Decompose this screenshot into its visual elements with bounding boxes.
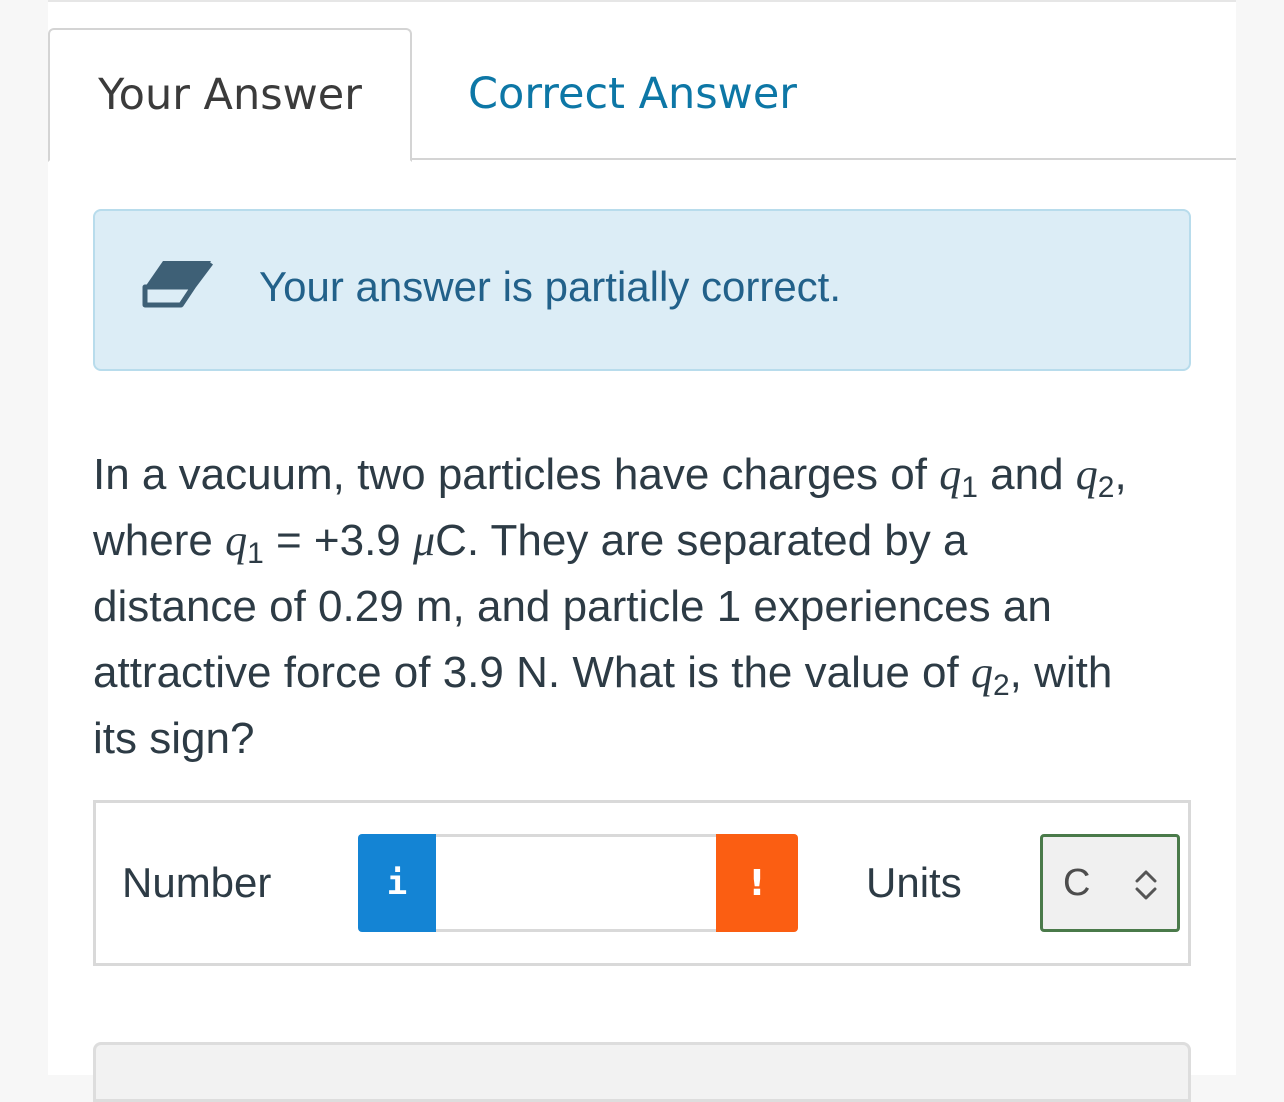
chevron-up-down-icon xyxy=(1133,867,1159,903)
next-section-box xyxy=(93,1042,1191,1102)
units-label: Units xyxy=(866,859,962,906)
warning-icon: ! xyxy=(748,862,766,904)
variable-symbol: q xyxy=(970,648,993,697)
question-line-3: distance of 0.29 m, and particle 1 exper… xyxy=(93,582,1052,631)
variable-q2: q2 xyxy=(970,648,1010,702)
variable-symbol: q xyxy=(1075,450,1098,499)
question-text-segment: In a vacuum, two particles have charges … xyxy=(93,450,940,499)
eraser-icon xyxy=(141,257,213,309)
tab-correct-answer-label: Correct Answer xyxy=(468,69,797,119)
question-line-4: attractive force of 3.9 N. What is the v… xyxy=(93,640,1203,706)
answer-box: Number i ! Units C xyxy=(93,800,1191,966)
variable-q1: q1 xyxy=(225,516,264,570)
variable-q1: q1 xyxy=(939,450,978,504)
question-line-5: its sign? xyxy=(93,714,255,763)
tab-your-answer[interactable]: Your Answer xyxy=(48,28,412,162)
partial-correct-alert: Your answer is partially correct. xyxy=(93,209,1191,371)
question-text-segment: where xyxy=(93,516,226,565)
variable-subscript: 2 xyxy=(992,669,1010,702)
question-text-segment: and xyxy=(977,450,1076,499)
answer-tabs: Your Answer Correct Answer xyxy=(48,28,1236,162)
variable-subscript: 1 xyxy=(961,471,978,504)
units-select[interactable]: C xyxy=(1040,834,1180,932)
question-text: In a vacuum, two particles have charges … xyxy=(93,442,1203,772)
tab-your-answer-label: Your Answer xyxy=(98,70,362,120)
alert-message: Your answer is partially correct. xyxy=(259,263,842,310)
info-icon: i xyxy=(386,863,408,903)
question-line-2: where q1 = +3.9 μC. They are separated b… xyxy=(93,508,1203,574)
question-line-1: In a vacuum, two particles have charges … xyxy=(93,442,1203,508)
variable-symbol: q xyxy=(939,450,962,499)
variable-q2: q2 xyxy=(1075,450,1115,504)
info-button[interactable]: i xyxy=(358,834,436,932)
units-selected-value: C xyxy=(1063,861,1091,904)
number-input[interactable] xyxy=(436,834,716,932)
page-container: Your Answer Correct Answer Your answer i… xyxy=(48,0,1236,1102)
question-text-segment: , with xyxy=(1009,648,1113,697)
warning-button[interactable]: ! xyxy=(716,834,798,932)
variable-subscript: 2 xyxy=(1097,471,1115,504)
question-text-segment: C. They are separated by a xyxy=(435,516,968,565)
question-text-segment: attractive force of 3.9 N. What is the v… xyxy=(93,648,971,697)
variable-subscript: 1 xyxy=(247,537,264,570)
micro-symbol: μ xyxy=(413,516,436,565)
variable-symbol: q xyxy=(225,516,248,565)
number-label: Number xyxy=(122,859,272,906)
question-text-segment: , xyxy=(1114,450,1127,499)
question-text-segment: = +3.9 xyxy=(263,516,413,565)
tab-correct-answer[interactable]: Correct Answer xyxy=(412,28,856,160)
